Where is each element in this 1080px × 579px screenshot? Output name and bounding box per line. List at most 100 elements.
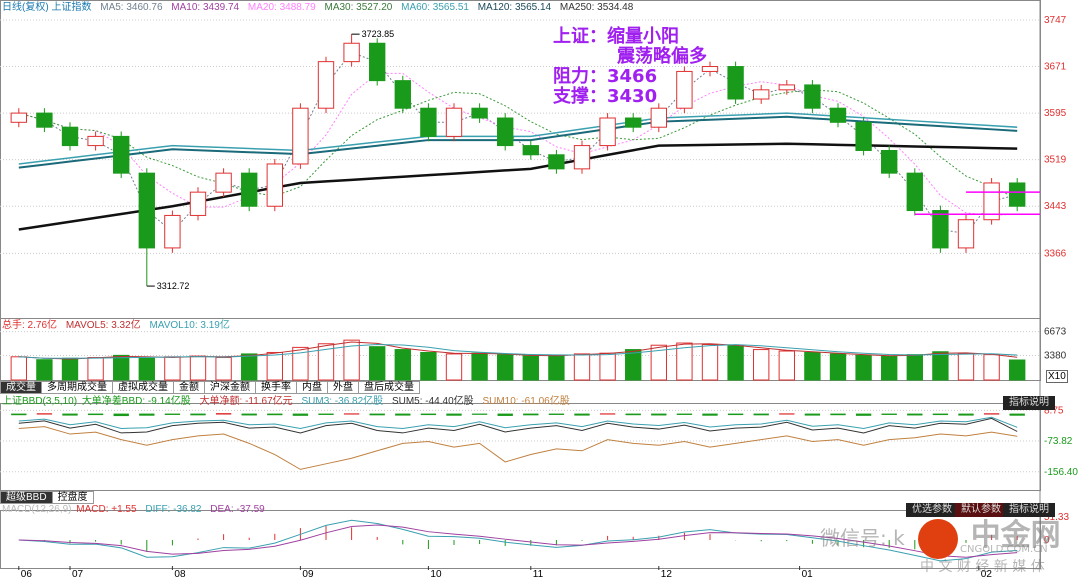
candle-body bbox=[292, 107, 309, 165]
bbd-bar bbox=[471, 413, 488, 415]
bbd-bar bbox=[625, 413, 641, 416]
sum5-line bbox=[18, 417, 1018, 434]
volume-bar bbox=[957, 353, 975, 381]
volume-bar bbox=[932, 351, 949, 381]
x-tick-label: 10 bbox=[430, 569, 442, 579]
candle-body bbox=[36, 112, 53, 128]
stock-chart[interactable]: 3747 3671 3595 3519 3443 3366 3723.85 3312.72 66… bbox=[0, 0, 1080, 579]
tab-0[interactable]: 成交量 bbox=[0, 381, 42, 394]
y-tick-label: 3443 bbox=[1044, 201, 1067, 212]
volume-bar bbox=[727, 345, 744, 381]
volume-bar bbox=[61, 357, 79, 381]
bbd-header: 上证BBD(3,5,10) 大单净差BBD: -9.14亿股 大单净额: -11… bbox=[2, 396, 576, 407]
bbd-bar bbox=[11, 413, 27, 416]
bbd-bar bbox=[62, 413, 78, 416]
volume-bar bbox=[471, 352, 488, 381]
support-text: 支撑：3430 bbox=[553, 86, 658, 107]
tab-1[interactable]: 多周期成交量 bbox=[42, 381, 113, 394]
bbd-bar bbox=[779, 413, 795, 415]
bbd-sum5: SUM5: -44.40亿股 bbox=[391, 396, 474, 407]
volume-bar bbox=[164, 356, 181, 381]
volume-bar bbox=[573, 353, 591, 381]
bbd-bar bbox=[139, 413, 155, 416]
volume-bar bbox=[189, 355, 207, 381]
volume-bar bbox=[778, 350, 795, 381]
bbd-bar bbox=[241, 413, 257, 416]
volume-bar bbox=[394, 349, 411, 381]
tab-7[interactable]: 外盘 bbox=[328, 381, 359, 394]
candle-body bbox=[778, 84, 795, 91]
candle-body bbox=[471, 107, 488, 119]
tab-5[interactable]: 换手率 bbox=[256, 381, 297, 394]
bbd-bar bbox=[574, 413, 590, 416]
candle-body bbox=[445, 107, 463, 137]
bbd-tick-label: -73.82 bbox=[1044, 436, 1073, 447]
tab-2[interactable]: 虚拟成交量 bbox=[113, 381, 174, 394]
bbd-bar bbox=[190, 413, 206, 416]
tab-0[interactable]: 超级BBD bbox=[0, 491, 53, 504]
chart-title: 日线(复权) 上证指数 bbox=[2, 2, 92, 13]
annotation-line: 上证：缩量小阳 bbox=[553, 26, 679, 47]
candle-body bbox=[522, 145, 539, 156]
volume-bar bbox=[369, 346, 386, 381]
x-tick-label: 08 bbox=[174, 569, 186, 579]
tab-4[interactable]: 沪深金额 bbox=[205, 381, 256, 394]
bbd-bar bbox=[932, 413, 949, 416]
candle-body bbox=[10, 112, 27, 123]
bbd-bar bbox=[651, 413, 667, 416]
candle-body bbox=[241, 172, 258, 207]
candle-body bbox=[573, 145, 591, 170]
y-tick-label: 3519 bbox=[1044, 155, 1067, 166]
tab-1[interactable]: 控盘度 bbox=[52, 491, 94, 504]
candle-body bbox=[932, 210, 949, 249]
volume-bar bbox=[215, 357, 232, 381]
y-tick-label: 3747 bbox=[1044, 15, 1067, 26]
candle-body bbox=[61, 126, 79, 147]
volume-bar bbox=[753, 349, 770, 381]
candle-body bbox=[317, 61, 335, 109]
volume-bar bbox=[804, 351, 821, 381]
bbd-bar bbox=[113, 413, 129, 417]
candle-body bbox=[650, 107, 667, 128]
bbd-bar bbox=[907, 413, 923, 416]
bbd-bar bbox=[343, 413, 360, 415]
candle-body bbox=[881, 149, 898, 174]
candle-body bbox=[215, 172, 232, 193]
candle-body bbox=[548, 154, 565, 170]
bbd-bar bbox=[1009, 413, 1025, 416]
macd-value: MACD: +1.55 bbox=[76, 504, 137, 515]
bbd-bar bbox=[855, 413, 872, 416]
bbd-bar bbox=[958, 413, 974, 416]
ma250-label: MA250: 3534.48 bbox=[559, 2, 634, 13]
bbd-bar bbox=[676, 413, 693, 415]
tab-8[interactable]: 盘后成交量 bbox=[359, 381, 420, 394]
bbd-net: 大单净额: -11.67亿元 bbox=[199, 396, 293, 407]
candle-body bbox=[1009, 182, 1026, 207]
bbd-bar bbox=[830, 413, 846, 416]
candle-body bbox=[727, 66, 744, 100]
bbd-explain-button[interactable]: 指标说明 bbox=[1003, 396, 1055, 410]
tab-3[interactable]: 金额 bbox=[174, 381, 205, 394]
volume-bar bbox=[420, 351, 437, 381]
bbd-bar bbox=[702, 413, 718, 416]
bbd-tick-label: -156.40 bbox=[1044, 467, 1078, 478]
watermark: 微信号: k 中金网 CNGOLD.COM.CN 中 文 财 经 新 媒 体 bbox=[820, 518, 1061, 575]
price-header: 日线(复权) 上证指数 MA5: 3460.76 MA10: 3439.74 M… bbox=[2, 2, 639, 13]
resistance-text: 阻力：3466 bbox=[553, 66, 658, 87]
candle-body bbox=[625, 117, 642, 128]
volume-bar bbox=[445, 353, 463, 381]
bbd-bar bbox=[523, 413, 539, 416]
bbd-bar bbox=[548, 413, 565, 415]
candle-body bbox=[369, 42, 386, 82]
macd-name: MACD(12,26,9) bbox=[2, 504, 72, 515]
cngold-logo-icon bbox=[917, 519, 958, 559]
x-tick-label: 07 bbox=[72, 569, 84, 579]
candle-body bbox=[420, 107, 437, 137]
volume-header: 总手: 2.76亿 MAVOL5: 3.32亿 MAVOL10: 3.19亿 bbox=[2, 320, 236, 331]
tab-6[interactable]: 内盘 bbox=[297, 381, 328, 394]
bbd-bar bbox=[395, 413, 411, 416]
candle-body bbox=[829, 107, 847, 123]
bbd-bar bbox=[369, 413, 385, 416]
bbd-sum10: SUM10: -61.06亿股 bbox=[482, 396, 570, 407]
ma30-label: MA30: 3527.20 bbox=[324, 2, 393, 13]
